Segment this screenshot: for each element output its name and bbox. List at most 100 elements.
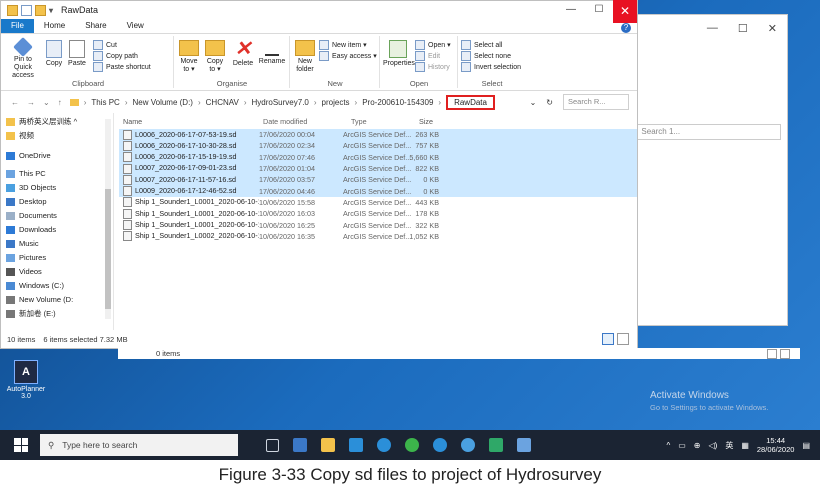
breadcrumb-project[interactable]: Pro-200610-154309: [362, 98, 433, 107]
breadcrumb-this-pc[interactable]: This PC: [91, 98, 119, 107]
minimize-button[interactable]: —: [557, 1, 585, 19]
table-row[interactable]: L0006_2020-06-17-15-19-19.sd 17/06/2020 0…: [119, 151, 637, 163]
chevron-down-icon[interactable]: ⌄: [530, 98, 537, 107]
close-icon[interactable]: ✕: [768, 22, 777, 35]
battery-icon[interactable]: ▭: [678, 441, 686, 450]
select-all-button[interactable]: Select all: [461, 40, 502, 50]
network-icon[interactable]: ⊕: [694, 441, 701, 450]
maximize-button[interactable]: ☐: [585, 1, 613, 19]
history-button[interactable]: History: [415, 62, 450, 72]
taskbar-search[interactable]: ⚲ Type here to search: [40, 434, 238, 456]
move-to-button[interactable]: Move to ▾: [177, 40, 201, 74]
start-button[interactable]: [14, 438, 28, 452]
header-size[interactable]: Size: [415, 117, 451, 126]
new-folder-button[interactable]: New folder: [293, 40, 317, 74]
large-icons-view-icon[interactable]: [617, 333, 629, 345]
clock[interactable]: 15:44 28/06/2020: [757, 436, 795, 454]
edge-icon[interactable]: [433, 438, 447, 452]
ime-indicator[interactable]: 英: [725, 440, 733, 451]
nav-item[interactable]: Videos: [1, 265, 123, 279]
nav-item[interactable]: New Volume (D:: [1, 293, 123, 307]
help-icon[interactable]: ?: [621, 23, 631, 33]
header-date-modified[interactable]: Date modified: [259, 117, 347, 126]
cut-button[interactable]: Cut: [93, 40, 117, 50]
app-icon[interactable]: [293, 438, 307, 452]
copy-to-button[interactable]: Copy to ▾: [203, 40, 227, 74]
keyboard-icon[interactable]: ▦: [741, 441, 749, 450]
table-row[interactable]: L0007_2020-06-17-11-57-16.sd 17/06/2020 0…: [119, 174, 637, 186]
rename-button[interactable]: Rename: [257, 40, 287, 66]
nav-item[interactable]: Windows (C:): [1, 279, 123, 293]
new-folder-icon[interactable]: [35, 4, 46, 16]
browser-icon[interactable]: [405, 438, 419, 452]
back-arrow-icon[interactable]: ←: [11, 98, 19, 107]
pin-quick-access-button[interactable]: Pin to Quick access: [5, 37, 41, 80]
store-icon[interactable]: [321, 438, 335, 452]
tab-home[interactable]: Home: [34, 19, 75, 33]
properties-icon[interactable]: [21, 4, 32, 16]
bg-search-input[interactable]: Search 1...: [636, 124, 781, 140]
breadcrumb-chcnav[interactable]: CHCNAV: [206, 98, 239, 107]
refresh-icon[interactable]: ↻: [546, 98, 553, 107]
file-explorer-window[interactable]: ▾ RawData — ☐ ✕ ? File Home Share View P…: [0, 0, 638, 349]
nav-item[interactable]: 新加卷 (E:): [1, 307, 123, 321]
volume-icon[interactable]: ◁): [709, 441, 718, 450]
show-hidden-icons-icon[interactable]: ^: [666, 441, 670, 450]
easy-access-button[interactable]: Easy access ▾: [319, 51, 377, 61]
ie-icon[interactable]: [461, 438, 475, 452]
close-button[interactable]: ✕: [613, 0, 637, 23]
table-row[interactable]: Ship 1_Sounder1_L0001_2020-06-10-16-0...…: [119, 208, 637, 219]
file-list[interactable]: Name Date modified Type Size L0006_2020-…: [119, 113, 637, 330]
chevron-down-icon[interactable]: ▾: [49, 6, 53, 15]
nav-item[interactable]: 3D Objects: [1, 181, 123, 195]
chrome-icon[interactable]: [377, 438, 391, 452]
new-item-button[interactable]: New item ▾: [319, 40, 367, 50]
task-view-icon[interactable]: [266, 438, 279, 452]
search-input[interactable]: Search R...: [563, 94, 629, 110]
breadcrumb-rawdata-highlighted[interactable]: RawData: [446, 94, 495, 110]
paste-shortcut-button[interactable]: Paste shortcut: [93, 62, 151, 72]
nav-item[interactable]: Pictures: [1, 251, 123, 265]
forward-arrow-icon[interactable]: →: [27, 98, 35, 107]
properties-button[interactable]: Properties: [383, 40, 415, 68]
breadcrumb-projects[interactable]: projects: [322, 98, 350, 107]
copy-button[interactable]: Copy: [43, 40, 65, 68]
up-arrow-icon[interactable]: ↑: [58, 98, 62, 107]
nav-item[interactable]: Music: [1, 237, 123, 251]
table-row[interactable]: L0006_2020-06-17-07-53-19.sd 17/06/2020 0…: [119, 129, 637, 141]
breadcrumb-hydrosurvey[interactable]: HydroSurvey7.0: [252, 98, 309, 107]
desktop-shortcut-autoplanner[interactable]: A AutoPlanner 3.0: [6, 360, 46, 400]
details-view-icon[interactable]: [767, 349, 777, 359]
nav-item[interactable]: This PC: [1, 167, 123, 181]
breadcrumb-new-volume[interactable]: New Volume (D:): [133, 98, 193, 107]
nav-item[interactable]: Downloads: [1, 223, 123, 237]
maximize-icon[interactable]: ☐: [738, 22, 748, 35]
edit-button[interactable]: Edit: [415, 51, 440, 61]
breadcrumb[interactable]: › This PC › New Volume (D:) › CHCNAV › H…: [69, 94, 495, 110]
header-type[interactable]: Type: [347, 117, 415, 126]
tab-view[interactable]: View: [117, 19, 154, 33]
nav-item[interactable]: Documents: [1, 209, 123, 223]
minimize-icon[interactable]: —: [707, 22, 718, 34]
select-none-button[interactable]: Select none: [461, 51, 511, 61]
notification-icon[interactable]: ▤: [802, 441, 810, 450]
open-button[interactable]: Open ▾: [415, 40, 451, 50]
tab-file[interactable]: File: [1, 19, 34, 33]
navigation-pane[interactable]: 两桥英义层训练 ^ 视频 OneDrive This PC 3D Objects Desk…: [1, 113, 114, 330]
nav-item[interactable]: 视频: [1, 129, 123, 143]
delete-button[interactable]: ✕ Delete: [229, 39, 257, 68]
table-row[interactable]: Ship 1_Sounder1_L0001_2020-06-10-16-2...…: [119, 219, 637, 231]
large-icons-view-icon[interactable]: [780, 349, 790, 359]
table-row[interactable]: L0009_2020-06-17-12-46-52.sd 17/06/2020 0…: [119, 185, 637, 197]
nav-item[interactable]: 两桥英义层训练 ^: [1, 115, 123, 129]
table-row[interactable]: L0006_2020-06-17-10-30-28.sd 17/06/2020 0…: [119, 140, 637, 152]
details-view-icon[interactable]: [602, 333, 614, 345]
header-name[interactable]: Name: [119, 117, 259, 126]
mail-icon[interactable]: [349, 438, 363, 452]
recent-chevron-icon[interactable]: ⌄: [43, 98, 50, 107]
photos-icon[interactable]: [489, 438, 503, 452]
invert-selection-button[interactable]: Invert selection: [461, 62, 521, 72]
tab-share[interactable]: Share: [75, 19, 116, 33]
nav-item[interactable]: Desktop: [1, 195, 123, 209]
paste-button[interactable]: Paste: [65, 40, 89, 68]
